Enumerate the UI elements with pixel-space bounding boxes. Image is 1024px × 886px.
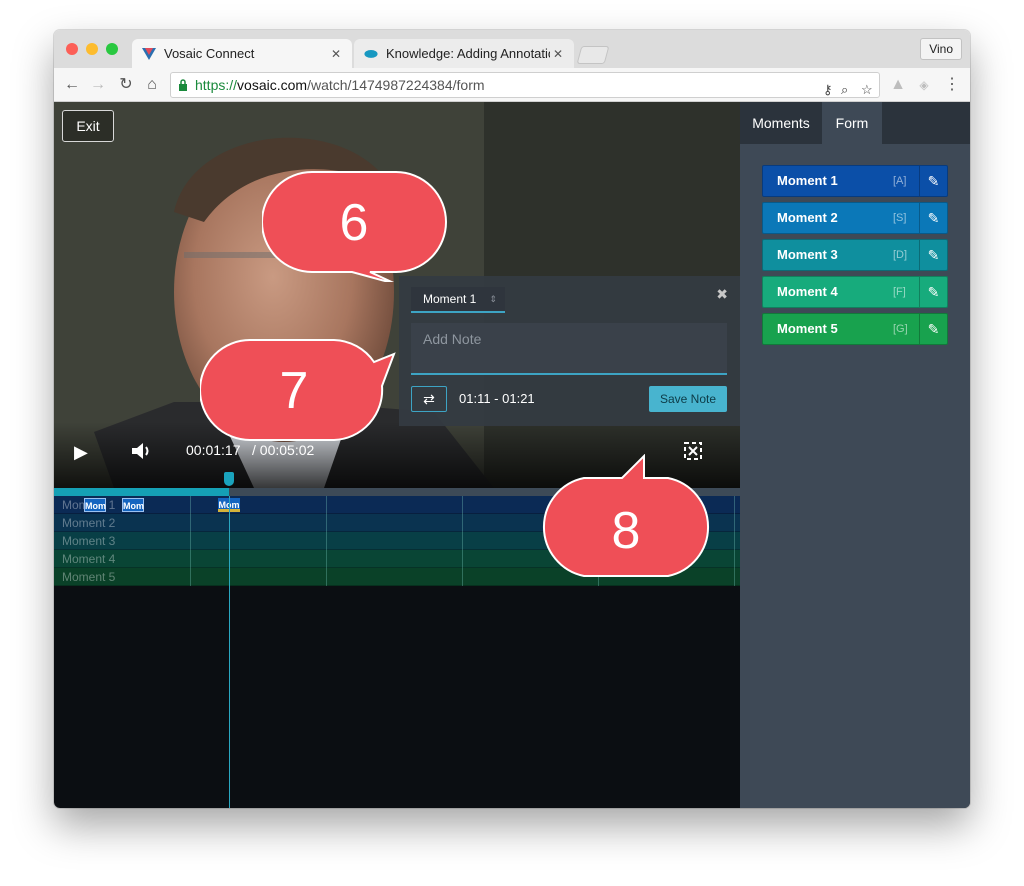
playhead-handle[interactable]: [224, 472, 234, 486]
tab-bar: Vosaic Connect ✕ Knowledge: Adding Annot…: [54, 30, 970, 68]
timeline-gridline: [190, 496, 191, 586]
timeline-gridline: [462, 496, 463, 586]
drive-icon[interactable]: ▲: [888, 75, 908, 95]
tab-title: Vosaic Connect: [164, 46, 255, 61]
progress-fill: [54, 488, 229, 496]
callout-6: 6: [262, 171, 447, 282]
profile-button[interactable]: Vino: [920, 38, 962, 60]
close-tab-icon[interactable]: ✕: [550, 47, 566, 61]
moment-label: Moment 1: [777, 173, 838, 188]
moment-label: Moment 5: [777, 321, 838, 336]
url-path: /watch/1474987224384/form: [307, 77, 485, 93]
address-bar[interactable]: https://vosaic.com/watch/1474987224384/f…: [170, 72, 880, 98]
browser-window: Vosaic Connect ✕ Knowledge: Adding Annot…: [54, 30, 970, 808]
sidebar-tabs: Moments Form: [740, 102, 970, 144]
play-icon[interactable]: ▶: [74, 442, 88, 463]
tab-vosaic[interactable]: Vosaic Connect ✕: [132, 39, 352, 68]
moment-button-2[interactable]: Moment 2 [S] ✎: [762, 202, 948, 234]
home-icon[interactable]: ⌂: [142, 75, 162, 95]
pencil-icon[interactable]: ✎: [919, 166, 947, 196]
note-textarea[interactable]: Add Note: [411, 323, 727, 375]
timeline-gridline: [734, 496, 735, 586]
exit-button[interactable]: Exit: [62, 110, 114, 142]
moment-label: Moment 4: [777, 284, 838, 299]
callout-7: 7: [200, 339, 396, 441]
moment-button-1[interactable]: Moment 1 [A] ✎: [762, 165, 948, 197]
tab-moments[interactable]: Moments: [740, 102, 822, 144]
close-tab-icon[interactable]: ✕: [328, 47, 344, 61]
loop-icon: ⇄: [423, 391, 435, 407]
lock-icon: [178, 73, 188, 99]
zoom-icon[interactable]: ⌕: [841, 78, 848, 102]
volume-icon[interactable]: [130, 441, 152, 464]
star-icon[interactable]: ☆: [861, 78, 873, 102]
moment-shortcut: [S]: [893, 212, 907, 224]
close-window-button[interactable]: [66, 43, 78, 55]
moment-shortcut: [G]: [893, 323, 908, 335]
new-tab-button[interactable]: [576, 46, 610, 64]
pencil-icon[interactable]: ✎: [919, 277, 947, 307]
minimize-window-button[interactable]: [86, 43, 98, 55]
moment-label: Moment 3: [777, 247, 838, 262]
tab-title: Knowledge: Adding Annotation: [386, 46, 550, 61]
callout-8: 8: [542, 454, 710, 577]
url-host: vosaic.com: [237, 77, 308, 93]
key-icon[interactable]: ⚷: [823, 78, 833, 102]
track-label: Moment 4: [62, 552, 116, 566]
timeline-gridline: [326, 496, 327, 586]
track-label: Moment 5: [62, 570, 116, 584]
maximize-window-button[interactable]: [106, 43, 118, 55]
url-scheme: https://: [195, 77, 238, 93]
pencil-icon[interactable]: ✎: [919, 314, 947, 344]
moment-shortcut: [A]: [893, 175, 907, 187]
moment-button-3[interactable]: Moment 3 [D] ✎: [762, 239, 948, 271]
tab-knowledge[interactable]: Knowledge: Adding Annotation ✕: [354, 39, 574, 68]
add-note-popup: Moment 1 ⇕ ✖ Add Note ⇄ 01:11 - 01:21 Sa…: [399, 276, 740, 426]
select-arrows-icon: ⇕: [489, 294, 497, 304]
timeline-clip[interactable]: Mom: [84, 498, 106, 512]
save-note-button[interactable]: Save Note: [649, 386, 727, 412]
current-time: 00:01:17: [186, 442, 241, 458]
reload-icon[interactable]: ↻: [116, 75, 136, 95]
callout-number: 7: [280, 362, 309, 420]
close-icon[interactable]: ✖: [716, 286, 728, 303]
time-range: 01:11 - 01:21: [459, 391, 535, 406]
page-content: Exit ▶ 00:01:17 / 00:05:02 Moment 1 ⇕ ✖ …: [54, 102, 970, 808]
sidebar: Moments Form Moment 1 [A] ✎ Moment 2 [S]…: [740, 102, 970, 808]
callout-number: 6: [340, 194, 369, 252]
moment-button-4[interactable]: Moment 4 [F] ✎: [762, 276, 948, 308]
browser-toolbar: ← → ↻ ⌂ https://vosaic.com/watch/1474987…: [54, 68, 970, 102]
moment-select[interactable]: Moment 1 ⇕: [411, 287, 505, 313]
moment-button-5[interactable]: Moment 5 [G] ✎: [762, 313, 948, 345]
back-icon[interactable]: ←: [62, 75, 82, 95]
timeline-playhead-line: [229, 496, 230, 808]
moment-shortcut: [D]: [893, 249, 908, 261]
callout-number: 8: [612, 502, 641, 560]
loop-button[interactable]: ⇄: [411, 386, 447, 412]
moment-select-value: Moment 1: [423, 292, 477, 306]
moment-label: Moment 2: [777, 210, 838, 225]
vosaic-logo-icon: [142, 47, 156, 61]
menu-icon[interactable]: ⋮: [942, 75, 962, 95]
extension-icon[interactable]: ◈: [914, 75, 934, 95]
salesforce-cloud-icon: [364, 47, 378, 61]
track-label: Moment 2: [62, 516, 116, 530]
pencil-icon[interactable]: ✎: [919, 240, 947, 270]
track-label: Moment 3: [62, 534, 116, 548]
tab-form[interactable]: Form: [822, 102, 882, 144]
duration: / 00:05:02: [252, 442, 315, 458]
forward-icon[interactable]: →: [88, 75, 108, 95]
timeline-clip[interactable]: Mom: [122, 498, 144, 512]
moment-shortcut: [F]: [893, 286, 906, 298]
pencil-icon[interactable]: ✎: [919, 203, 947, 233]
